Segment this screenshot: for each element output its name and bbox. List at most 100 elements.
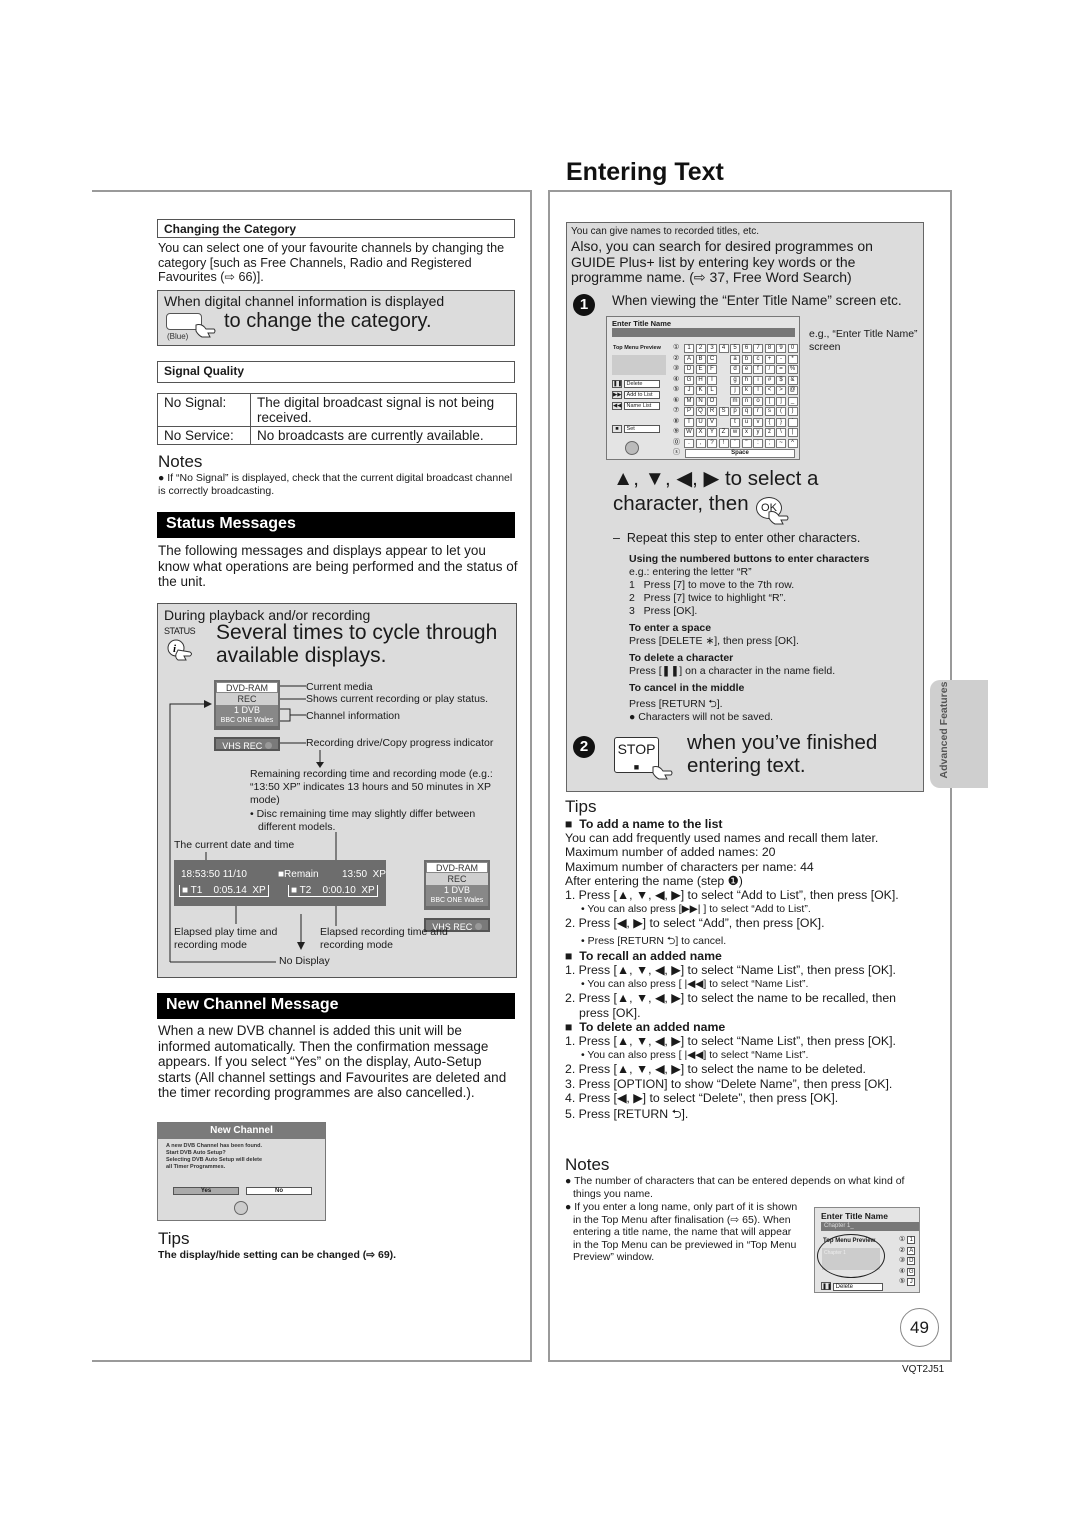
character-key[interactable]: 5 — [730, 344, 740, 353]
character-key[interactable]: $ — [776, 375, 786, 385]
character-key[interactable]: % — [787, 365, 798, 374]
character-key[interactable]: A — [684, 354, 694, 364]
character-key[interactable]: U — [695, 417, 706, 427]
character-key[interactable]: & — [787, 375, 798, 385]
character-key[interactable]: ^ — [787, 438, 798, 448]
character-key[interactable]: ` — [787, 417, 798, 427]
character-key[interactable]: | — [787, 428, 798, 437]
character-key[interactable]: 4 — [718, 344, 729, 353]
title-name-field[interactable] — [612, 328, 795, 337]
character-key[interactable]: B — [695, 354, 706, 364]
character-key[interactable]: _ — [787, 396, 798, 406]
character-key[interactable]: u — [741, 417, 752, 427]
character-key[interactable]: ] — [776, 396, 786, 406]
character-key[interactable]: b — [741, 354, 752, 364]
dialog-yes-button[interactable]: Yes — [173, 1187, 239, 1195]
character-key[interactable]: G — [684, 375, 694, 385]
character-key[interactable]: p — [730, 407, 740, 416]
character-key[interactable]: a — [730, 354, 740, 364]
character-key[interactable]: J — [684, 386, 694, 395]
advanced-features-tab[interactable]: Advanced Features — [930, 680, 988, 788]
character-key[interactable]: D — [684, 365, 694, 374]
character-key[interactable]: 8 — [764, 344, 775, 353]
character-key[interactable]: K — [695, 386, 706, 395]
character-key[interactable]: z — [764, 428, 775, 437]
character-key[interactable]: M — [684, 396, 694, 406]
character-key[interactable]: : — [753, 438, 763, 448]
character-key[interactable]: v — [753, 417, 763, 427]
character-key[interactable]: 9 — [776, 344, 786, 353]
character-key[interactable]: g — [730, 375, 740, 385]
character-key[interactable]: = — [776, 365, 786, 374]
character-key[interactable]: , — [695, 438, 706, 448]
character-key[interactable]: 1 — [684, 344, 694, 353]
character-key[interactable]: ' — [730, 438, 740, 448]
character-key[interactable]: o — [753, 396, 763, 406]
space-key[interactable]: Space — [685, 449, 795, 458]
character-key[interactable]: < — [764, 386, 775, 395]
character-key[interactable]: d — [730, 365, 740, 374]
character-key[interactable]: + — [764, 354, 775, 364]
character-key[interactable]: W — [684, 428, 694, 437]
character-key[interactable]: c — [753, 354, 763, 364]
character-key[interactable]: L — [707, 386, 717, 395]
character-key[interactable]: > — [776, 386, 786, 395]
character-key[interactable]: R — [707, 407, 717, 416]
character-key[interactable]: V — [707, 417, 717, 427]
character-key[interactable]: 7 — [753, 344, 763, 353]
character-key[interactable]: C — [707, 354, 717, 364]
character-key[interactable]: E — [695, 365, 706, 374]
character-key[interactable]: Q — [695, 407, 706, 416]
character-key[interactable]: 3 — [707, 344, 717, 353]
character-key[interactable]: T — [684, 417, 694, 427]
character-key[interactable]: N — [695, 396, 706, 406]
character-key[interactable]: l — [753, 386, 763, 395]
character-key[interactable]: # — [764, 375, 775, 385]
character-key[interactable]: ~ — [776, 438, 786, 448]
character-key[interactable]: ! — [718, 438, 729, 448]
character-key[interactable]: Y — [707, 428, 717, 437]
character-key[interactable]: ) — [787, 407, 798, 416]
character-key[interactable]: y — [753, 428, 763, 437]
dialog-no-button[interactable]: No — [246, 1187, 312, 1195]
character-key[interactable]: @ — [787, 386, 798, 395]
delete-option[interactable]: ❚❚ Delete — [612, 380, 660, 388]
character-key[interactable]: \ — [776, 428, 786, 437]
character-key[interactable]: . — [684, 438, 694, 448]
character-key[interactable]: s — [764, 407, 775, 416]
character-key[interactable]: " — [741, 438, 752, 448]
character-key[interactable]: f — [753, 365, 763, 374]
character-key[interactable]: 6 — [741, 344, 752, 353]
character-key[interactable]: ; — [764, 438, 775, 448]
character-key[interactable]: r — [753, 407, 763, 416]
character-key[interactable]: P — [684, 407, 694, 416]
character-key[interactable]: n — [741, 396, 752, 406]
set-option[interactable]: ■ Set — [612, 425, 660, 433]
character-key[interactable]: S — [718, 407, 729, 416]
character-key[interactable]: x — [741, 428, 752, 437]
character-key[interactable]: j — [730, 386, 740, 395]
character-key[interactable]: ? — [707, 438, 717, 448]
name-list-option[interactable]: ◀◀ Name List — [612, 402, 660, 410]
character-key[interactable]: h — [741, 375, 752, 385]
character-key[interactable]: 0 — [787, 344, 798, 353]
character-key[interactable]: Z — [718, 428, 729, 437]
character-key[interactable]: k — [741, 386, 752, 395]
character-key[interactable]: / — [764, 365, 775, 374]
character-key[interactable]: ( — [776, 407, 786, 416]
character-key[interactable]: F — [707, 365, 717, 374]
character-key[interactable]: I — [707, 375, 717, 385]
character-key[interactable]: m — [730, 396, 740, 406]
character-key[interactable]: H — [695, 375, 706, 385]
character-key[interactable]: i — [753, 375, 763, 385]
character-key[interactable]: 2 — [695, 344, 706, 353]
character-key[interactable]: w — [730, 428, 740, 437]
character-key[interactable]: e — [741, 365, 752, 374]
character-key[interactable]: O — [707, 396, 717, 406]
character-key[interactable]: { — [764, 417, 775, 427]
character-key[interactable]: * — [787, 354, 798, 364]
character-key[interactable]: t — [730, 417, 740, 427]
character-key[interactable]: X — [695, 428, 706, 437]
add-to-list-option[interactable]: ▶▶ Add to List — [612, 391, 660, 399]
character-key[interactable]: [ — [764, 396, 775, 406]
